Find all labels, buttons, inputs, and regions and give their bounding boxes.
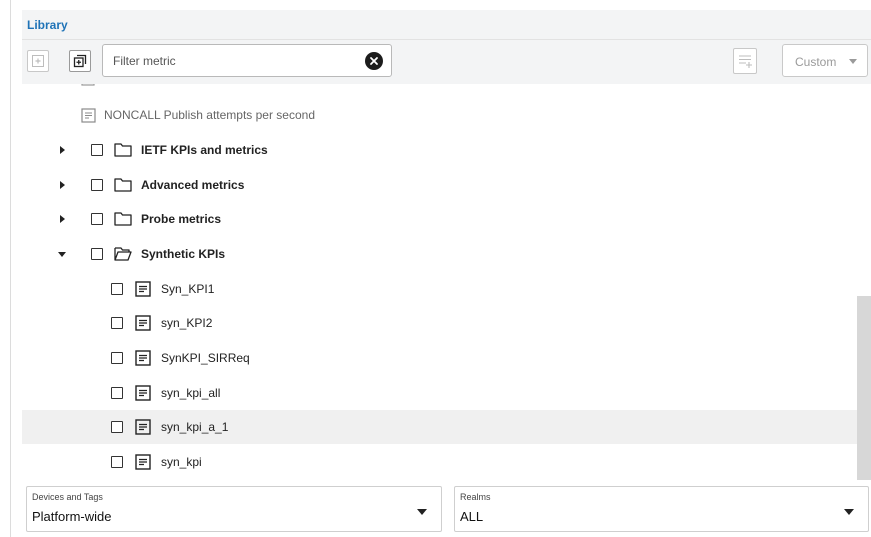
tree-kpi-item[interactable]: syn_kpi_all xyxy=(22,376,857,410)
expand-button[interactable] xyxy=(27,50,49,72)
document-icon xyxy=(135,281,151,297)
close-icon xyxy=(370,57,378,65)
clear-filter-button[interactable] xyxy=(365,52,383,70)
document-icon xyxy=(81,108,96,123)
tree-kpi-item[interactable]: syn_kpi_a_1 xyxy=(22,410,857,444)
realms-value: ALL xyxy=(460,509,484,524)
library-toolbar: Custom xyxy=(22,40,871,84)
list-item-label: NONCALL Publish attempts per second xyxy=(104,108,315,122)
tree-kpi-item[interactable]: syn_KPI2 xyxy=(22,306,857,340)
chevron-down-icon xyxy=(417,509,427,515)
kpi-checkbox[interactable] xyxy=(111,421,123,433)
filter-metric-input[interactable] xyxy=(113,51,353,71)
document-icon xyxy=(81,84,95,86)
kpi-label: syn_kpi_a_1 xyxy=(161,420,229,434)
document-icon xyxy=(135,454,151,470)
kpi-checkbox[interactable] xyxy=(111,317,123,329)
tree-folder-advanced[interactable]: Advanced metrics xyxy=(22,168,857,202)
kpi-label: syn_kpi_all xyxy=(161,386,221,400)
folder-label: Advanced metrics xyxy=(141,178,245,192)
caret-down-icon[interactable] xyxy=(58,252,66,257)
document-icon xyxy=(135,315,151,331)
tree-kpi-item[interactable]: Syn_KPI1 xyxy=(22,272,857,306)
devices-and-tags-select[interactable]: Devices and Tags Platform-wide xyxy=(26,486,442,532)
library-header: Library xyxy=(22,10,871,40)
left-divider xyxy=(10,0,11,537)
folder-label: Probe metrics xyxy=(141,212,222,226)
tree-folder-ietf[interactable]: IETF KPIs and metrics xyxy=(22,133,857,167)
folder-open-icon xyxy=(114,247,132,261)
tree-kpi-item[interactable]: syn_kpi xyxy=(22,445,857,479)
folder-icon xyxy=(114,143,132,157)
list-add-icon xyxy=(739,55,752,68)
tree-kpi-item[interactable]: SynKPI_SIRReq xyxy=(22,341,857,375)
folder-checkbox[interactable] xyxy=(91,144,103,156)
folder-icon xyxy=(114,212,132,226)
kpi-checkbox[interactable] xyxy=(111,283,123,295)
add-group-button[interactable] xyxy=(69,50,91,72)
filter-metric-field[interactable] xyxy=(102,44,392,77)
kpi-label: SynKPI_SIRReq xyxy=(161,351,250,365)
metric-tree: NONCALL Publish attempts per second IETF… xyxy=(22,84,871,480)
document-icon xyxy=(135,385,151,401)
folder-label: IETF KPIs and metrics xyxy=(141,143,268,157)
filter-footer: Devices and Tags Platform-wide Realms AL… xyxy=(22,482,871,537)
folder-checkbox[interactable] xyxy=(91,213,103,225)
realms-select[interactable]: Realms ALL xyxy=(454,486,869,532)
caret-right-icon[interactable] xyxy=(60,146,65,154)
list-item-clipped xyxy=(22,84,857,86)
chevron-down-icon xyxy=(844,509,854,515)
devices-value: Platform-wide xyxy=(32,509,112,524)
realms-caption: Realms xyxy=(460,492,491,502)
document-icon xyxy=(135,419,151,435)
folder-icon xyxy=(114,178,132,192)
folder-label: Synthetic KPIs xyxy=(141,247,226,261)
devices-caption: Devices and Tags xyxy=(32,492,103,502)
custom-dropdown[interactable]: Custom xyxy=(782,44,868,77)
plus-square-icon xyxy=(32,55,44,67)
folder-checkbox[interactable] xyxy=(91,248,103,260)
kpi-checkbox[interactable] xyxy=(111,456,123,468)
kpi-label: syn_KPI2 xyxy=(161,316,213,330)
caret-right-icon[interactable] xyxy=(60,215,65,223)
stacked-plus-icon xyxy=(73,54,87,68)
folder-checkbox[interactable] xyxy=(91,179,103,191)
kpi-label: Syn_KPI1 xyxy=(161,282,215,296)
add-column-button[interactable] xyxy=(733,48,757,74)
caret-right-icon[interactable] xyxy=(60,181,65,189)
kpi-checkbox[interactable] xyxy=(111,387,123,399)
kpi-checkbox[interactable] xyxy=(111,352,123,364)
document-icon xyxy=(135,350,151,366)
tree-folder-synthetic[interactable]: Synthetic KPIs xyxy=(22,237,857,271)
chevron-down-icon xyxy=(849,59,857,64)
custom-dropdown-label: Custom xyxy=(795,55,837,69)
panel-title: Library xyxy=(27,18,68,32)
tree-scrollbar-thumb[interactable] xyxy=(857,296,871,480)
kpi-label: syn_kpi xyxy=(161,455,202,469)
tree-folder-probe[interactable]: Probe metrics xyxy=(22,202,857,236)
list-item[interactable]: NONCALL Publish attempts per second xyxy=(22,98,857,132)
